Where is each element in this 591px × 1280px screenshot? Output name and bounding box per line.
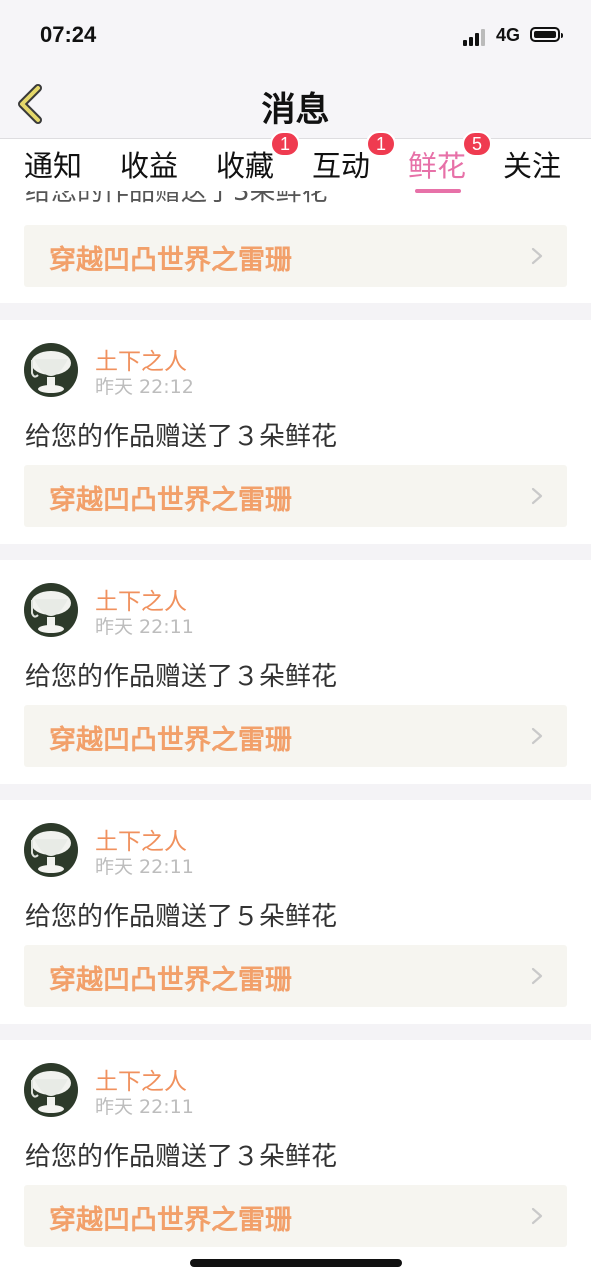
avatar[interactable] xyxy=(24,583,78,637)
avatar[interactable] xyxy=(24,823,78,877)
network-label: 4G xyxy=(496,25,521,45)
status-bar: 07:24 4G xyxy=(0,0,591,70)
timestamp: 昨天 22:11 xyxy=(95,616,194,638)
unread-badge: 1 xyxy=(366,131,397,157)
work-link[interactable]: 穿越凹凸世界之雷珊 xyxy=(24,465,567,527)
notification-message: 给您的作品赠送了３朵鲜花 xyxy=(25,422,338,452)
notification-message: 给您的作品赠送了3朵鲜花 xyxy=(25,191,328,207)
chevron-right-icon xyxy=(531,1207,543,1225)
work-title: 穿越凹凸世界之雷珊 xyxy=(49,245,292,276)
timestamp: 昨天 22:11 xyxy=(95,856,194,878)
unread-badge: 1 xyxy=(270,131,301,157)
signal-icon xyxy=(463,28,489,46)
sender-name[interactable]: 土下之人 xyxy=(95,342,187,376)
tab-label: 收藏 xyxy=(216,149,275,183)
tab-notifications[interactable]: 通知 xyxy=(24,143,82,185)
sender-name[interactable]: 土下之人 xyxy=(95,822,187,856)
chevron-right-icon xyxy=(531,487,543,505)
tab-label: 关注 xyxy=(503,149,562,183)
work-link[interactable]: 穿越凹凸世界之雷珊 xyxy=(24,1185,567,1247)
tab-earnings[interactable]: 收益 xyxy=(120,143,178,185)
avatar[interactable] xyxy=(24,343,78,397)
tab-label: 通知 xyxy=(24,149,83,183)
chevron-right-icon xyxy=(531,247,543,265)
notification-list[interactable]: 给您的作品赠送了3朵鲜花 穿越凹凸世界之雷珊 土下之人 昨天 22:12 给您的… xyxy=(0,191,591,1280)
work-title: 穿越凹凸世界之雷珊 xyxy=(49,485,292,516)
timestamp: 昨天 22:11 xyxy=(95,1096,194,1118)
chevron-right-icon xyxy=(531,727,543,745)
notification-card: 给您的作品赠送了3朵鲜花 穿越凹凸世界之雷珊 xyxy=(0,191,591,303)
sender-name[interactable]: 土下之人 xyxy=(95,1062,187,1096)
unread-badge: 5 xyxy=(462,131,493,157)
avatar[interactable] xyxy=(24,1063,78,1117)
trophy-cup-avatar-icon xyxy=(24,583,78,637)
work-link[interactable]: 穿越凹凸世界之雷珊 xyxy=(24,705,567,767)
active-tab-indicator xyxy=(415,189,461,193)
work-title: 穿越凹凸世界之雷珊 xyxy=(49,1205,292,1236)
timestamp: 昨天 22:12 xyxy=(95,376,194,398)
notification-message: 给您的作品赠送了３朵鲜花 xyxy=(25,662,338,692)
trophy-cup-avatar-icon xyxy=(24,1063,78,1117)
notification-card: 土下之人 昨天 22:12 给您的作品赠送了３朵鲜花 穿越凹凸世界之雷珊 xyxy=(0,320,591,544)
notification-message: 给您的作品赠送了３朵鲜花 xyxy=(25,1142,338,1172)
tab-favorites[interactable]: 收藏 1 xyxy=(216,131,301,185)
tab-label: 鲜花 xyxy=(408,149,467,183)
battery-icon xyxy=(530,27,563,42)
trophy-cup-avatar-icon xyxy=(24,343,78,397)
chevron-right-icon xyxy=(531,967,543,985)
notification-card: 土下之人 昨天 22:11 给您的作品赠送了３朵鲜花 穿越凹凸世界之雷珊 xyxy=(0,560,591,784)
tab-bar: 通知 收益 收藏 1 互动 1 鲜花 5 关注 xyxy=(0,131,591,193)
work-link[interactable]: 穿越凹凸世界之雷珊 xyxy=(24,945,567,1007)
tab-interactions[interactable]: 互动 1 xyxy=(312,131,397,185)
tab-label: 收益 xyxy=(120,149,179,183)
work-title: 穿越凹凸世界之雷珊 xyxy=(49,965,292,996)
tab-label: 互动 xyxy=(312,149,371,183)
notification-card: 土下之人 昨天 22:11 给您的作品赠送了５朵鲜花 穿越凹凸世界之雷珊 xyxy=(0,800,591,1024)
notification-card: 土下之人 昨天 22:11 给您的作品赠送了３朵鲜花 穿越凹凸世界之雷珊 xyxy=(0,1040,591,1280)
work-link[interactable]: 穿越凹凸世界之雷珊 xyxy=(24,225,567,287)
home-indicator xyxy=(190,1259,402,1267)
work-title: 穿越凹凸世界之雷珊 xyxy=(49,725,292,756)
tab-flowers[interactable]: 鲜花 5 xyxy=(408,131,493,193)
nav-bar: 消息 xyxy=(0,70,591,139)
trophy-cup-avatar-icon xyxy=(24,823,78,877)
status-time: 07:24 xyxy=(40,22,97,47)
page-title: 消息 xyxy=(261,90,330,130)
tab-following[interactable]: 关注 xyxy=(503,143,561,185)
sender-name[interactable]: 土下之人 xyxy=(95,582,187,616)
notification-message: 给您的作品赠送了５朵鲜花 xyxy=(25,902,338,932)
